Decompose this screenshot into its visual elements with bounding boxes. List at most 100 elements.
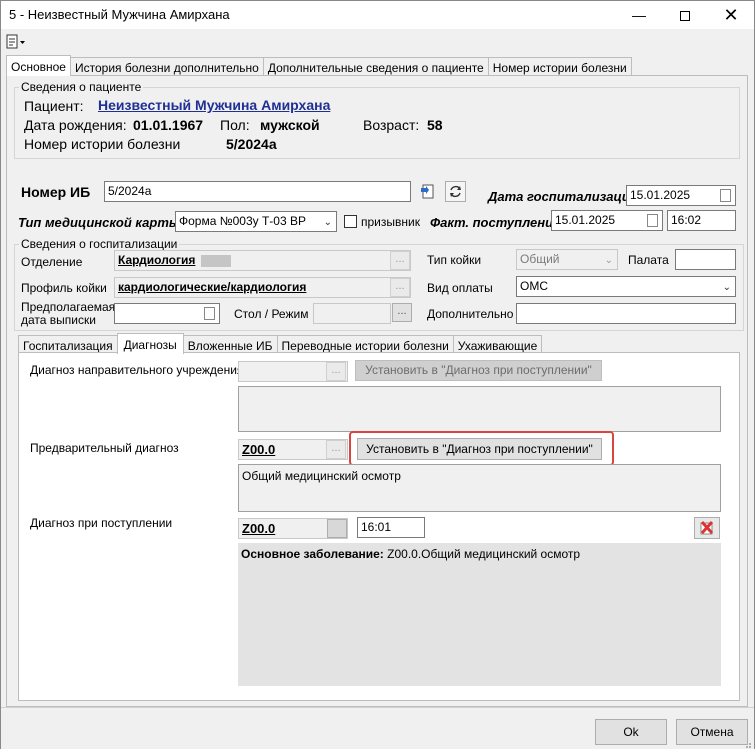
birth-date-label: Дата рождения: — [24, 117, 127, 133]
preliminary-diagnosis-picker[interactable]: ... — [326, 440, 346, 459]
main-tabs: Основное История болезни дополнительно Д… — [6, 55, 632, 76]
admission-date-value: 15.01.2025 — [555, 213, 616, 227]
referral-set-admission-button[interactable]: Установить в "Диагноз при поступлении" — [355, 360, 602, 381]
highlight-frame — [349, 431, 614, 466]
discharge-date-input[interactable] — [114, 303, 220, 324]
refresh-icon — [450, 185, 461, 198]
table-mode-label: Стол / Режим — [234, 307, 309, 321]
tab-patient-extra[interactable]: Дополнительные сведения о пациенте — [262, 57, 489, 76]
birth-date-value: 01.01.1967 — [133, 117, 204, 133]
sex-value: мужской — [260, 117, 320, 133]
card-type-value: Форма №003у Т-03 ВР — [179, 214, 306, 228]
bed-type-select[interactable]: Общий ⌄ — [516, 249, 618, 270]
bed-profile-picker-button[interactable]: ... — [390, 278, 410, 297]
table-mode-field[interactable] — [313, 303, 391, 324]
close-button[interactable]: ✕ — [708, 1, 754, 29]
admission-diagnosis-label: Диагноз при поступлении — [30, 516, 173, 530]
hosp-group-title: Сведения о госпитализации — [19, 237, 180, 251]
bed-profile-label: Профиль койки — [21, 281, 107, 295]
maximize-icon — [680, 11, 690, 22]
resize-grip-icon[interactable] — [742, 738, 752, 748]
patient-group-title: Сведения о пациенте — [19, 80, 144, 94]
conscript-checkbox[interactable] — [344, 215, 357, 228]
calendar-icon[interactable] — [204, 307, 215, 320]
calendar-icon[interactable] — [720, 189, 731, 202]
hosp-date-value: 15.01.2025 — [630, 188, 691, 202]
card-type-label: Тип медицинской карты — [18, 215, 181, 230]
age-label: Возраст: — [363, 117, 420, 133]
discharge-date-label: Предполагаемая дата выписки — [21, 301, 115, 327]
ib-number-input[interactable]: 5/2024а — [104, 181, 411, 202]
referral-diagnosis-text[interactable] — [238, 386, 721, 432]
tab-history-extra[interactable]: История болезни дополнительно — [69, 57, 264, 76]
dialog-window: 5 - Неизвестный Мужчина Амирхана — ✕ Осн… — [0, 0, 755, 749]
preliminary-diagnosis-label: Предварительный диагноз — [30, 441, 179, 455]
main-disease-label: Основное заболевание: — [241, 547, 384, 561]
redacted-block — [200, 254, 231, 267]
admission-diagnosis-time[interactable]: 16:01 — [357, 517, 425, 538]
title-bar: 5 - Неизвестный Мужчина Амирхана — ✕ — [1, 1, 754, 29]
minimize-icon: — — [632, 7, 646, 23]
bed-type-value: Общий — [520, 252, 560, 266]
payment-label: Вид оплаты — [427, 281, 493, 295]
document-arrow-icon — [421, 184, 434, 199]
admission-diagnosis-picker[interactable] — [327, 519, 347, 538]
card-type-select[interactable]: Форма №003у Т-03 ВР ⌄ — [175, 211, 337, 232]
toolbar — [1, 29, 754, 53]
sex-label: Пол: — [220, 117, 250, 133]
delete-diagnosis-button[interactable] — [694, 517, 720, 539]
copy-number-button[interactable] — [419, 182, 439, 202]
chevron-down-icon: ⌄ — [323, 217, 332, 228]
additional-label: Дополнительно — [427, 307, 514, 321]
preliminary-diagnosis-text[interactable]: Общий медицинский осмотр — [238, 464, 721, 512]
conscript-label: призывник — [361, 215, 420, 229]
ok-button[interactable]: Ok — [595, 719, 667, 745]
discharge-label-line2: дата выписки — [21, 313, 96, 327]
age-value: 58 — [427, 117, 443, 133]
patient-label: Пациент: — [24, 98, 84, 114]
print-menu-button[interactable] — [6, 34, 26, 50]
maximize-button[interactable] — [662, 1, 708, 29]
ward-label: Палата — [628, 253, 669, 267]
bed-profile-field[interactable]: кардиологические/кардиология — [114, 277, 411, 298]
referral-diagnosis-label: Диагноз направительного учреждения — [30, 363, 244, 377]
bed-type-label: Тип койки — [427, 253, 482, 267]
chevron-down-icon: ⌄ — [722, 282, 731, 293]
tab-diagnoses[interactable]: Диагнозы — [116, 333, 184, 354]
chevron-down-icon: ⌄ — [604, 255, 613, 266]
hosp-date-input[interactable]: 15.01.2025 — [626, 185, 736, 206]
main-disease-value: Z00.0.Общий медицинский осмотр — [387, 547, 581, 561]
department-label: Отделение — [21, 255, 83, 269]
admission-label: Факт. поступление — [430, 215, 561, 230]
tab-history-number[interactable]: Номер истории болезни — [487, 57, 632, 76]
admission-diagnosis-text[interactable]: Основное заболевание: Z00.0.Общий медици… — [238, 543, 721, 686]
discharge-label-line1: Предполагаемая — [21, 300, 116, 314]
hosp-date-label: Дата госпитализации — [488, 189, 638, 204]
history-number-value: 5/2024а — [226, 136, 277, 152]
payment-select[interactable]: ОМС ⌄ — [516, 276, 736, 297]
minimize-button[interactable]: — — [616, 1, 662, 29]
admission-code-value: Z00.0 — [242, 521, 276, 536]
calendar-icon[interactable] — [647, 214, 658, 227]
window-title: 5 - Неизвестный Мужчина Амирхана — [9, 7, 230, 22]
ward-input[interactable] — [675, 249, 736, 270]
patient-name-link[interactable]: Неизвестный Мужчина Амирхана — [98, 97, 330, 113]
bed-profile-value: кардиологические/кардиология — [118, 280, 307, 294]
additional-input[interactable] — [516, 303, 736, 324]
print-icon — [6, 34, 25, 49]
ib-number-label: Номер ИБ — [21, 184, 91, 200]
department-field[interactable]: Кардиология — [114, 250, 411, 271]
referral-diagnosis-picker[interactable]: ... — [326, 362, 346, 381]
preliminary-code-value: Z00.0 — [242, 442, 276, 457]
department-picker-button[interactable]: ... — [390, 251, 410, 270]
delete-icon — [700, 520, 714, 535]
admission-date-input[interactable]: 15.01.2025 — [551, 210, 663, 231]
history-number-label: Номер истории болезни — [24, 136, 181, 152]
admission-time-input[interactable]: 16:02 — [667, 210, 736, 231]
close-icon: ✕ — [723, 5, 739, 25]
refresh-button[interactable] — [445, 181, 466, 202]
cancel-button[interactable]: Отмена — [676, 719, 748, 745]
table-mode-picker-button[interactable]: ... — [392, 303, 412, 322]
department-value: Кардиология — [118, 253, 196, 267]
tab-main[interactable]: Основное — [6, 55, 71, 76]
